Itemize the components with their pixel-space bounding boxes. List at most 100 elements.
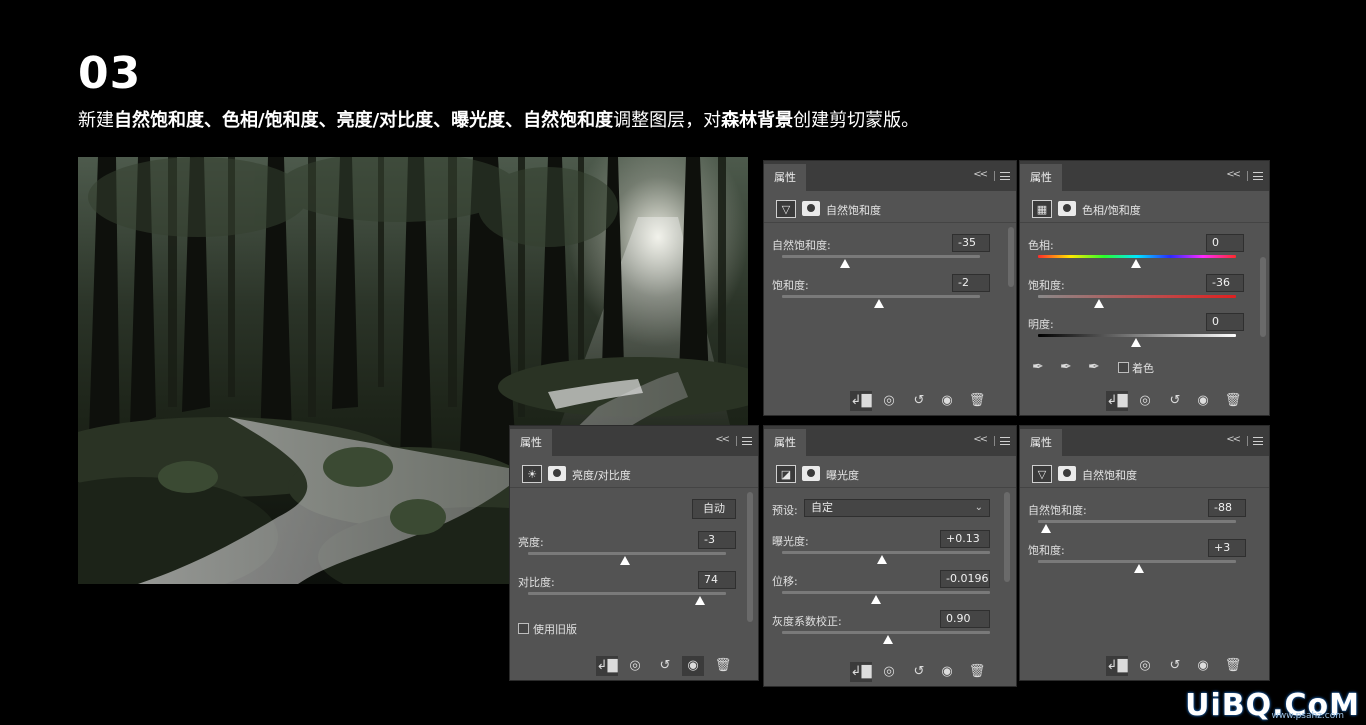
reset-icon[interactable]: ↺ <box>908 391 930 411</box>
collapse-icon[interactable]: << <box>973 434 988 445</box>
panel-tab-bar: 属性 << <box>1020 161 1269 191</box>
clip-to-layer-icon[interactable]: ↲▇ <box>1106 391 1128 411</box>
auto-button[interactable]: 自动 <box>692 499 736 519</box>
brightness-value-field[interactable]: -3 <box>698 531 736 549</box>
panel-title: 亮度/对比度 <box>572 469 631 482</box>
tab-properties[interactable]: 属性 <box>1020 164 1062 191</box>
offset-slider-track[interactable] <box>782 591 990 594</box>
vibrance-slider-thumb[interactable] <box>840 259 850 268</box>
panel-menu-icon[interactable] <box>1000 172 1010 180</box>
saturation-slider-thumb[interactable] <box>1134 564 1144 573</box>
gamma-slider-track[interactable] <box>782 631 990 634</box>
collapse-icon[interactable]: << <box>715 434 730 445</box>
panel-menu-icon[interactable] <box>1000 437 1010 445</box>
exposure-slider-thumb[interactable] <box>877 555 887 564</box>
saturation-value-field[interactable]: -36 <box>1206 274 1244 292</box>
reset-icon[interactable]: ↺ <box>654 656 676 676</box>
saturation-slider-thumb[interactable] <box>874 299 884 308</box>
contrast-slider-thumb[interactable] <box>695 596 705 605</box>
exposure-slider-track[interactable] <box>782 551 990 554</box>
trash-icon[interactable]: 🗑 <box>1222 391 1244 411</box>
clip-to-layer-icon[interactable]: ↲▇ <box>850 391 872 411</box>
view-previous-state-icon[interactable]: ◎ <box>624 656 646 676</box>
eye-icon[interactable]: ◉ <box>682 656 704 676</box>
offset-value-field[interactable]: -0.0196 <box>940 570 990 588</box>
scrollbar[interactable] <box>1260 257 1266 337</box>
reset-icon[interactable]: ↺ <box>1164 656 1186 676</box>
vibrance-value-field[interactable]: -88 <box>1208 499 1246 517</box>
trash-icon[interactable]: 🗑 <box>966 391 988 411</box>
trash-icon[interactable]: 🗑 <box>1222 656 1244 676</box>
view-previous-state-icon[interactable]: ◎ <box>878 662 900 682</box>
divider <box>994 171 995 181</box>
panel-menu-icon[interactable] <box>742 437 752 445</box>
brightness-slider-track[interactable] <box>528 552 726 555</box>
saturation-slider-thumb[interactable] <box>1094 299 1104 308</box>
offset-slider-thumb[interactable] <box>871 595 881 604</box>
eyedropper-icon[interactable]: ✒ <box>1032 359 1044 375</box>
gamma-slider-thumb[interactable] <box>883 635 893 644</box>
collapse-icon[interactable]: << <box>973 169 988 180</box>
layer-mask-icon[interactable] <box>1058 466 1076 481</box>
tab-properties[interactable]: 属性 <box>510 429 552 456</box>
collapse-icon[interactable]: << <box>1226 434 1241 445</box>
lightness-slider-track[interactable] <box>1038 334 1236 337</box>
panel-header: ☀ 亮度/对比度 <box>510 460 758 488</box>
saturation-slider-track[interactable] <box>782 295 980 298</box>
tab-properties[interactable]: 属性 <box>764 164 806 191</box>
collapse-icon[interactable]: << <box>1226 169 1241 180</box>
layer-mask-icon[interactable] <box>1058 201 1076 216</box>
gamma-value-field[interactable]: 0.90 <box>940 610 990 628</box>
layer-mask-icon[interactable] <box>548 466 566 481</box>
trash-icon[interactable]: 🗑 <box>712 656 734 676</box>
preset-select[interactable]: 自定 ⌄ <box>804 499 990 517</box>
clip-to-layer-icon[interactable]: ↲▇ <box>850 662 872 682</box>
exposure-value-field[interactable]: +0.13 <box>940 530 990 548</box>
use-legacy-checkbox[interactable] <box>518 623 529 634</box>
scrollbar[interactable] <box>1008 227 1014 287</box>
saturation-slider-track[interactable] <box>1038 295 1236 298</box>
saturation-value-field[interactable]: -2 <box>952 274 990 292</box>
lightness-slider-thumb[interactable] <box>1131 338 1141 347</box>
vibrance-value-field[interactable]: -35 <box>952 234 990 252</box>
panel-menu-icon[interactable] <box>1253 172 1263 180</box>
sun-icon: ☀ <box>522 465 542 483</box>
layer-mask-icon[interactable] <box>802 466 820 481</box>
eye-icon[interactable]: ◉ <box>936 662 958 682</box>
reset-icon[interactable]: ↺ <box>1164 391 1186 411</box>
layer-mask-icon[interactable] <box>802 201 820 216</box>
hue-slider-track[interactable] <box>1038 255 1236 258</box>
contrast-value-field[interactable]: 74 <box>698 571 736 589</box>
saturation-value-field[interactable]: +3 <box>1208 539 1246 557</box>
saturation-slider-track[interactable] <box>1038 560 1236 563</box>
scrollbar[interactable] <box>1004 492 1010 582</box>
trash-icon[interactable]: 🗑 <box>966 662 988 682</box>
subtitle-part-bold: 森林背景 <box>721 110 794 131</box>
scrollbar[interactable] <box>747 492 753 622</box>
eyedropper-subtract-icon[interactable]: ✒ <box>1088 359 1100 375</box>
eye-icon[interactable]: ◉ <box>1192 656 1214 676</box>
vibrance-slider-thumb[interactable] <box>1041 524 1051 533</box>
vibrance-slider-track[interactable] <box>1038 520 1236 523</box>
reset-icon[interactable]: ↺ <box>908 662 930 682</box>
colorize-checkbox[interactable] <box>1118 362 1129 373</box>
contrast-slider-track[interactable] <box>528 592 726 595</box>
brightness-slider-thumb[interactable] <box>620 556 630 565</box>
eye-icon[interactable]: ◉ <box>936 391 958 411</box>
clip-to-layer-icon[interactable]: ↲▇ <box>596 656 618 676</box>
eye-icon[interactable]: ◉ <box>1192 391 1214 411</box>
clip-to-layer-icon[interactable]: ↲▇ <box>1106 656 1128 676</box>
hue-value-field[interactable]: 0 <box>1206 234 1244 252</box>
tab-properties[interactable]: 属性 <box>764 429 806 456</box>
view-previous-state-icon[interactable]: ◎ <box>878 391 900 411</box>
properties-panel-vibrance-1: 属性 << ▽ 自然饱和度 自然饱和度: -35 饱和度: -2 ↲▇ ◎ ↺ … <box>763 160 1017 416</box>
preset-label: 预设: <box>772 504 798 517</box>
hue-slider-thumb[interactable] <box>1131 259 1141 268</box>
tab-properties[interactable]: 属性 <box>1020 429 1062 456</box>
view-previous-state-icon[interactable]: ◎ <box>1134 656 1156 676</box>
lightness-value-field[interactable]: 0 <box>1206 313 1244 331</box>
eyedropper-add-icon[interactable]: ✒ <box>1060 359 1072 375</box>
vibrance-slider-track[interactable] <box>782 255 980 258</box>
view-previous-state-icon[interactable]: ◎ <box>1134 391 1156 411</box>
panel-menu-icon[interactable] <box>1253 437 1263 445</box>
